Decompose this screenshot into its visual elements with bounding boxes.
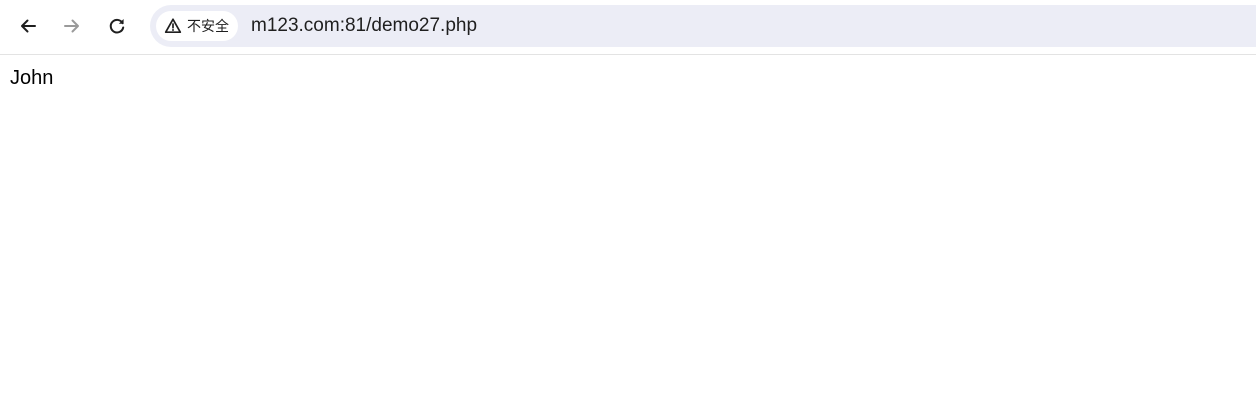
- security-label: 不安全: [187, 19, 229, 35]
- warning-triangle-icon: [164, 17, 182, 35]
- page-body-text: John: [10, 67, 54, 89]
- arrow-right-icon: [62, 16, 82, 36]
- back-button[interactable]: [11, 9, 45, 43]
- reload-icon: [107, 16, 127, 36]
- forward-button[interactable]: [55, 9, 89, 43]
- arrow-left-icon: [18, 16, 38, 36]
- url-text[interactable]: m123.com:81/demo27.php: [251, 5, 477, 47]
- security-chip[interactable]: 不安全: [156, 11, 238, 41]
- address-bar[interactable]: 不安全 m123.com:81/demo27.php: [150, 5, 1256, 47]
- reload-button[interactable]: [100, 9, 134, 43]
- browser-toolbar: 不安全 m123.com:81/demo27.php: [0, 0, 1256, 55]
